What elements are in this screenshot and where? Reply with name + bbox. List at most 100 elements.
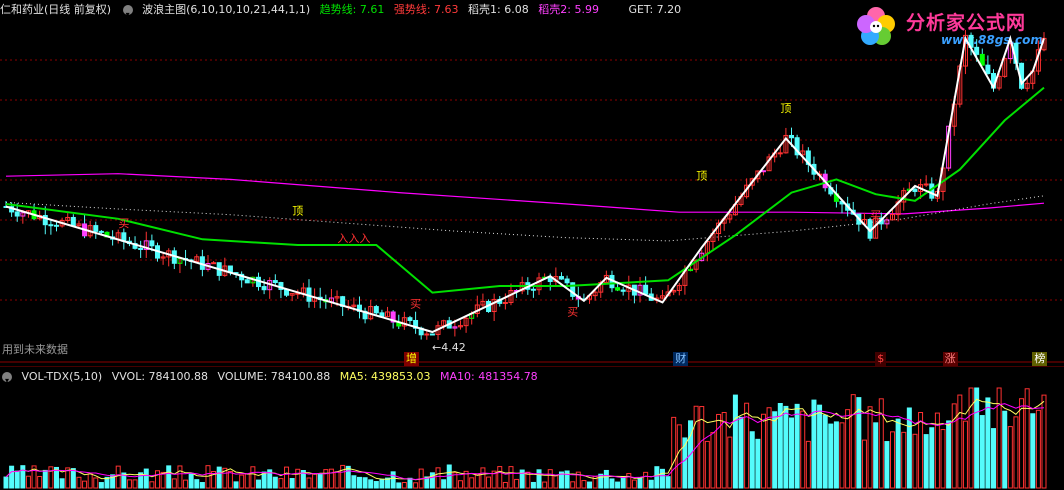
candle-body [985,64,991,75]
annotation-label: 顶 [696,169,707,182]
candle-body [149,240,155,247]
candle-body [620,289,626,292]
volume-bar [676,424,682,489]
trend-line [5,86,1045,294]
candle-body [244,279,250,284]
candle-body [777,152,783,155]
volume-bar [379,478,385,489]
price-chart[interactable]: 顶顶顶买买买买入入入 [0,0,1064,366]
volume-bar [278,478,284,489]
event-marker[interactable]: $ [875,352,887,366]
volume-bar [289,478,295,489]
trend-path [5,86,1045,294]
volume-bar [749,431,755,489]
volume-bar [1030,413,1036,489]
volume-bar [643,471,649,489]
candle-body [14,211,20,217]
volume-bar [48,466,54,489]
volume-bar [867,406,873,489]
volume-bar [356,476,362,489]
annotation-label: 顶 [292,205,303,218]
volume-bar [553,475,559,489]
volume-bar [233,481,239,489]
volume-bar [659,468,665,489]
volume-bar [250,466,256,489]
volume-bar [979,415,985,489]
volume-bar [25,475,31,489]
shell1-line [5,195,1045,242]
volume-bar [216,466,222,489]
volume-bar [497,466,503,489]
volume-bar [929,427,935,489]
volume-bar [704,440,710,489]
candle-body [424,333,430,336]
event-marker[interactable]: 增 [403,352,419,366]
volume-bar [1007,426,1013,489]
volume-bar [991,428,997,489]
volume-bar [188,472,194,489]
volume-bar [98,482,104,489]
volume-bar [413,482,419,489]
volume-bar [132,479,138,489]
volume-bar [1019,398,1025,489]
volume-bar [946,420,952,489]
volume-bar [789,417,795,489]
volume-bar [918,412,924,489]
volume-bar [317,473,323,489]
volume-bar [985,397,991,489]
volume-bar [598,473,604,489]
volume-bar [962,420,968,489]
candle-body [974,46,980,55]
volume-bar [295,468,301,489]
volume-bar [890,431,896,489]
volume-bar [138,472,144,489]
volume-bar [710,432,716,489]
candle-body [564,278,570,284]
wave-path [5,34,1045,334]
volume-bar [609,478,615,489]
event-marker[interactable]: 榜 [1032,352,1048,366]
volume-chart[interactable] [0,366,1064,490]
volume-bar [727,436,733,489]
annotation-label: 买 [410,297,421,310]
volume-bar [149,481,155,489]
volume-bar [441,479,447,489]
volume-bar [345,465,351,489]
candle-body [502,301,508,304]
volume-bar [536,469,542,489]
volume-bar [42,469,48,489]
volume-bar [446,464,452,489]
candle-body [98,230,104,233]
volume-bar [783,405,789,489]
candle-body [789,134,795,139]
volume-bar [626,473,632,489]
volume-bar [194,479,200,489]
volume-bar [738,416,744,489]
volume-bar [940,429,946,489]
volume-bar [805,440,811,489]
volume-bar [3,476,9,489]
candle-body [70,216,76,227]
volume-bar [14,470,20,489]
candle-body [373,306,379,314]
volume-bar [368,479,374,489]
volume-bar [340,464,346,489]
volume-bar [1013,416,1019,489]
volume-bar [508,466,514,489]
volume-bar [480,467,486,489]
volume-bar [884,441,890,489]
volume-bar [70,468,76,489]
volume-bar [514,478,520,489]
candle-body [261,286,267,291]
volume-bar [115,465,121,489]
volume-bar [407,477,413,489]
volume-bar [87,473,93,489]
volume-bar [199,482,205,489]
shell1-path [5,195,1045,242]
volume-bar [143,468,149,489]
volume-bar [839,422,845,489]
volume-bar [603,469,609,489]
event-marker[interactable]: 财 [673,352,689,366]
volume-bar [845,409,851,489]
event-marker[interactable]: 涨 [942,352,958,366]
